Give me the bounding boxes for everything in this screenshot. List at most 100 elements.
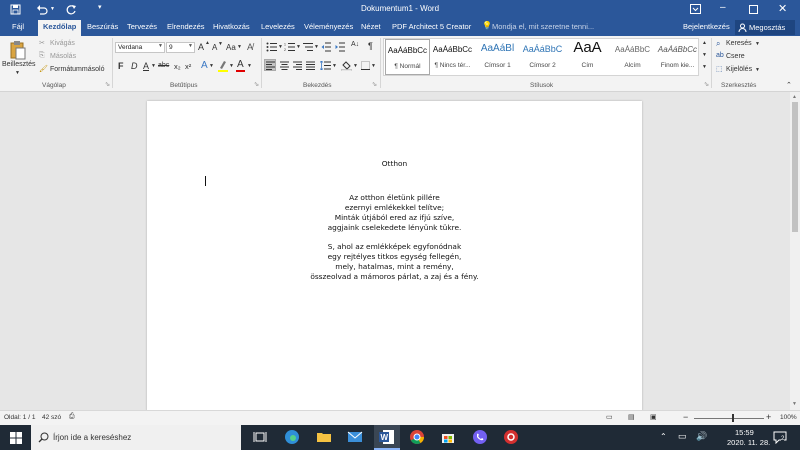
focus-mode-icon[interactable]: ▭ (606, 413, 613, 421)
font-launcher-icon[interactable]: ⬂ (254, 81, 259, 88)
vertical-scrollbar[interactable]: ▲ ▼ (790, 92, 800, 410)
style-normal[interactable]: AaÁáBbCc ¶ Normál (385, 39, 430, 75)
scroll-up-icon[interactable]: ▲ (792, 94, 797, 100)
volume-icon[interactable]: 🔊 (696, 431, 707, 442)
tab-mailings[interactable]: Levelezés (261, 22, 295, 31)
read-mode-icon[interactable]: ▤ (628, 413, 635, 421)
strikethrough-button[interactable]: abc (158, 62, 169, 69)
network-icon[interactable]: ▭ (678, 431, 687, 442)
paragraph-launcher-icon[interactable]: ⬂ (372, 81, 377, 88)
tab-references[interactable]: Hivatkozás (213, 22, 250, 31)
paste-dropdown-icon[interactable]: ▼ (15, 70, 20, 76)
tab-home[interactable]: Kezdőlap (38, 20, 82, 36)
replace-button[interactable]: Csere (726, 53, 745, 60)
proofing-icon[interactable]: ⎙ (69, 413, 75, 421)
bullets-icon[interactable] (266, 42, 278, 52)
clear-format-icon[interactable]: A̸ (247, 42, 253, 52)
edge-icon[interactable] (284, 429, 300, 445)
app-icon[interactable] (503, 429, 519, 445)
file-explorer-icon[interactable] (316, 429, 332, 445)
store-icon[interactable] (440, 429, 456, 445)
zoom-slider-thumb[interactable] (732, 414, 734, 422)
styles-more-icon[interactable]: ▼ (702, 64, 707, 70)
scroll-thumb[interactable] (792, 102, 798, 232)
task-view-icon[interactable] (252, 429, 268, 445)
font-size-combo[interactable]: 9 ▼ (166, 42, 195, 53)
tell-me-box[interactable]: Mondja el, mit szeretne tenni... (492, 22, 594, 31)
decrease-indent-icon[interactable] (321, 42, 332, 52)
numbering-icon[interactable]: 12 (284, 42, 296, 52)
clipboard-launcher-icon[interactable]: ⬂ (105, 81, 110, 88)
styles-scroll-down-icon[interactable]: ▼ (702, 52, 707, 58)
font-color-icon[interactable]: A (237, 59, 244, 70)
text-effects-icon[interactable]: A (201, 60, 208, 71)
web-layout-icon[interactable]: ▣ (650, 413, 657, 421)
tab-review[interactable]: Véleményezés (304, 22, 353, 31)
paste-icon[interactable] (10, 40, 26, 60)
justify-icon[interactable] (306, 61, 315, 70)
tab-design[interactable]: Tervezés (127, 22, 157, 31)
find-button[interactable]: Keresés (726, 40, 752, 47)
zoom-in-icon[interactable]: + (766, 412, 771, 422)
tab-view[interactable]: Nézet (361, 22, 381, 31)
zoom-slider[interactable] (694, 418, 764, 419)
cut-button[interactable]: Kivágás (50, 40, 75, 47)
windows-start-icon[interactable] (10, 432, 22, 444)
viber-icon[interactable] (472, 429, 488, 445)
borders-icon[interactable] (361, 61, 370, 70)
word-taskbar-button[interactable]: W (374, 425, 400, 450)
increase-indent-icon[interactable] (335, 42, 346, 52)
paste-button[interactable]: Beillesztés (2, 61, 35, 68)
ribbon-display-icon[interactable] (690, 4, 701, 14)
pilcrow-button[interactable]: ¶ (368, 41, 373, 51)
italic-button[interactable]: D (131, 61, 138, 71)
zoom-out-icon[interactable]: − (683, 412, 688, 422)
page-count[interactable]: Oldal: 1 / 1 (4, 414, 35, 421)
document-page[interactable]: Otthon Az otthon életünk pillére ezernyi… (147, 101, 642, 411)
bold-button[interactable]: F (118, 61, 124, 71)
minimize-icon[interactable]: – (720, 2, 726, 13)
font-name-combo[interactable]: Verdana ▼ (115, 42, 165, 53)
copy-button[interactable]: Másolás (50, 53, 76, 60)
grow-font-button[interactable]: A (198, 42, 204, 52)
line-spacing-icon[interactable] (320, 61, 331, 70)
zoom-level[interactable]: 100% (780, 414, 797, 421)
mail-icon[interactable] (347, 429, 363, 445)
shading-icon[interactable] (341, 60, 352, 71)
align-right-icon[interactable] (293, 61, 302, 70)
styles-scroll-up-icon[interactable]: ▲ (702, 40, 707, 46)
style-subtitle[interactable]: AaÁáBbC Alcím (610, 39, 655, 75)
select-button[interactable]: Kijelölés (726, 66, 752, 73)
tab-layout[interactable]: Elrendezés (167, 22, 205, 31)
change-case-button[interactable]: Aa (226, 43, 236, 52)
align-center-icon[interactable] (280, 61, 289, 70)
maximize-icon[interactable] (749, 5, 758, 14)
word-count[interactable]: 42 szó (42, 414, 61, 421)
style-title[interactable]: AaA Cím (565, 39, 610, 75)
tab-file[interactable]: Fájl (12, 22, 24, 31)
collapse-ribbon-icon[interactable]: ⌃ (786, 81, 792, 89)
notification-button[interactable]: 2 (773, 430, 787, 444)
clock-time[interactable]: 15:59 (735, 428, 754, 437)
chevron-up-icon[interactable]: ⌃ (660, 432, 667, 441)
clock-date[interactable]: 2020. 11. 28. (727, 438, 770, 447)
scroll-down-icon[interactable]: ▼ (792, 401, 797, 407)
tab-pdf-architect[interactable]: PDF Architect 5 Creator (392, 22, 471, 31)
style-subtle-emphasis[interactable]: AaÁáBbCc Finom kie... (655, 39, 700, 75)
subscript-button[interactable]: x₂ (174, 62, 181, 71)
shrink-font-button[interactable]: A (212, 43, 217, 52)
sort-icon[interactable]: A↓ (351, 41, 359, 48)
chrome-icon[interactable] (409, 429, 425, 445)
highlight-icon[interactable] (218, 60, 228, 72)
styles-launcher-icon[interactable]: ⬂ (704, 81, 709, 88)
superscript-button[interactable]: x² (185, 62, 191, 71)
close-icon[interactable]: ✕ (778, 2, 787, 15)
sign-in-link[interactable]: Bejelentkezés (683, 22, 730, 31)
multilevel-list-icon[interactable] (302, 42, 314, 52)
share-button[interactable]: Megosztás (735, 20, 795, 35)
tab-insert[interactable]: Beszúrás (87, 22, 118, 31)
taskbar-search-box[interactable]: Írjon ide a kereséshez (31, 425, 241, 450)
underline-button[interactable]: A (143, 61, 149, 71)
format-painter-button[interactable]: Formátummásoló (50, 66, 104, 73)
style-heading-1[interactable]: AaÁáBl Címsor 1 (475, 39, 520, 75)
